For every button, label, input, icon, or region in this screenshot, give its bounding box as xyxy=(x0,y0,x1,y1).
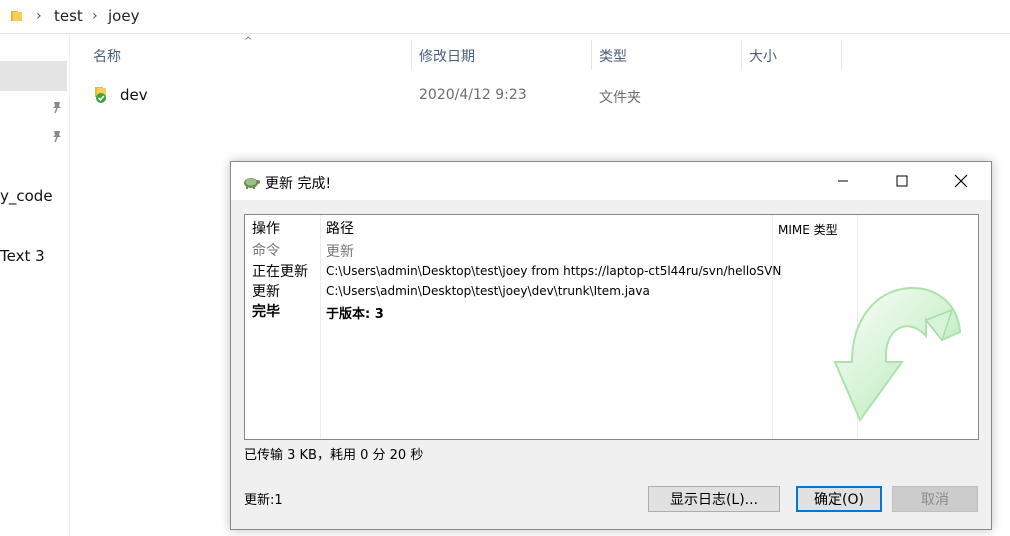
file-name[interactable]: dev xyxy=(120,86,148,104)
column-header-size[interactable]: 大小 xyxy=(749,46,777,66)
tortoise-icon xyxy=(244,178,260,189)
update-count: 更新:1 xyxy=(244,493,283,508)
list-item-action[interactable]: 正在更新 xyxy=(252,261,308,281)
breadcrumb-joey[interactable]: joey xyxy=(108,7,139,25)
chevron-right-icon[interactable]: › xyxy=(92,8,98,24)
pin-icon[interactable] xyxy=(50,129,64,143)
list-header-path[interactable]: 路径 xyxy=(326,218,354,238)
column-header-date[interactable]: 修改日期 xyxy=(419,46,475,66)
close-icon xyxy=(954,174,968,188)
sort-ascending-icon: ^ xyxy=(244,36,253,47)
update-arrow-icon xyxy=(833,286,962,423)
dialog-titlebar[interactable]: 更新 完成! xyxy=(231,162,991,200)
file-date: 2020/4/12 9:23 xyxy=(419,87,527,103)
address-bar[interactable]: › test › joey xyxy=(0,0,1010,34)
svn-folder-ok-icon xyxy=(95,87,106,103)
dialog-title: 更新 完成! xyxy=(265,176,332,192)
nav-item-label[interactable]: y_code xyxy=(0,187,53,205)
list-item-path[interactable]: C:\Users\admin\Desktop\test\joey\dev\tru… xyxy=(326,284,650,298)
pin-icon[interactable] xyxy=(50,100,64,114)
list-item-action[interactable]: 完毕 xyxy=(252,301,280,321)
list-item-path[interactable]: 于版本: 3 xyxy=(326,303,384,322)
ok-button[interactable]: 确定(O) xyxy=(796,486,882,512)
list-header-mime[interactable]: MIME 类型 xyxy=(778,221,838,238)
maximize-icon xyxy=(896,175,908,187)
update-log-list[interactable]: 操作 路径 MIME 类型 命令 更新 正在更新 C:\Users\admin\… xyxy=(244,214,979,440)
minimize-button[interactable] xyxy=(815,162,871,200)
show-log-button[interactable]: 显示日志(L)... xyxy=(648,486,780,512)
column-divider[interactable] xyxy=(741,40,742,70)
transfer-stats: 已传输 3 KB，耗用 0 分 20 秒 xyxy=(244,448,424,463)
column-header-type[interactable]: 类型 xyxy=(599,46,627,66)
folder-icon xyxy=(11,11,22,21)
list-item-action[interactable]: 命令 xyxy=(252,240,280,260)
column-divider[interactable] xyxy=(591,40,592,70)
breadcrumb-test[interactable]: test xyxy=(54,7,83,25)
column-header-name[interactable]: 名称 xyxy=(93,46,121,66)
list-item-path[interactable]: 更新 xyxy=(326,241,354,261)
cancel-button[interactable]: 取消 xyxy=(892,486,978,512)
file-type: 文件夹 xyxy=(599,90,641,106)
list-column-divider[interactable] xyxy=(320,215,321,439)
list-item-action[interactable]: 更新 xyxy=(252,281,280,301)
list-header-action[interactable]: 操作 xyxy=(252,218,280,238)
minimize-icon xyxy=(838,180,848,182)
column-divider[interactable] xyxy=(841,40,842,70)
nav-item-selected[interactable] xyxy=(0,61,67,91)
maximize-button[interactable] xyxy=(874,162,930,200)
list-item-path[interactable]: C:\Users\admin\Desktop\test\joey from ht… xyxy=(326,264,781,278)
column-divider[interactable] xyxy=(411,40,412,70)
nav-item-label[interactable]: Text 3 xyxy=(0,247,45,265)
chevron-right-icon[interactable]: › xyxy=(36,8,42,24)
update-dialog: 更新 完成! 操作 路径 MIME 类型 命令 更新 正在更新 C:\Users… xyxy=(230,161,992,530)
close-button[interactable] xyxy=(933,162,989,200)
list-column-divider[interactable] xyxy=(772,215,773,439)
navigation-pane: y_code Text 3 xyxy=(0,34,70,536)
